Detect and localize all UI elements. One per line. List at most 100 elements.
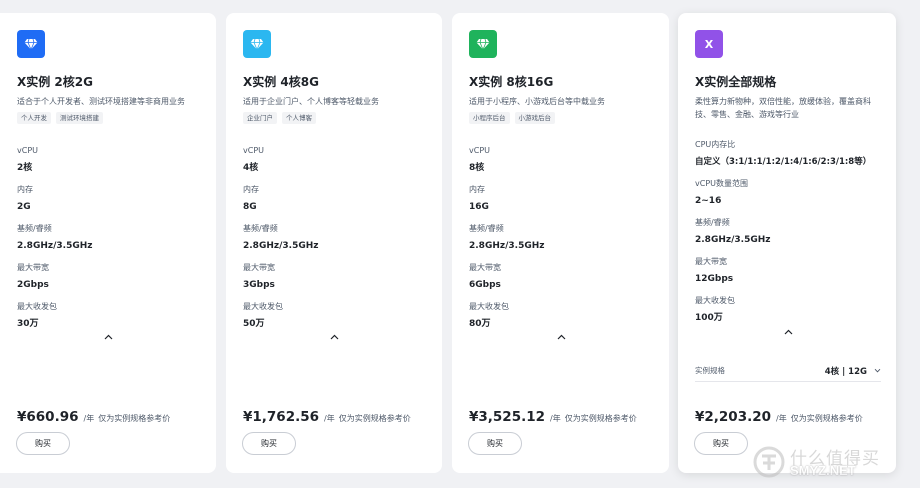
- spec-label: 最大带宽: [243, 263, 275, 272]
- spec-label: 基频/睿频: [469, 224, 504, 233]
- spec-item: vCPU 4核: [243, 145, 424, 184]
- collapse-toggle[interactable]: [782, 328, 794, 336]
- price-row: ¥3,525.12 /年 仅为实例规格参考价: [469, 409, 637, 427]
- price-unit: /年: [324, 414, 335, 423]
- price-unit: /年: [550, 414, 561, 423]
- product-badge: [17, 30, 45, 58]
- tag-list: 小程序后台 小游戏后台: [469, 112, 651, 125]
- spec-label: vCPU: [243, 146, 264, 155]
- card-title: X实例 4核8G: [243, 75, 319, 89]
- card-description: 适用于企业门户、个人博客等轻载业务: [243, 97, 379, 106]
- spec-value: 8核: [469, 163, 485, 173]
- tag-list: 企业门户 个人博客: [243, 112, 424, 125]
- spec-value: 2.8GHz/3.5GHz: [469, 241, 545, 251]
- tag: 测试环境搭建: [56, 112, 103, 124]
- spec-item: 最大带宽 2Gbps: [17, 262, 198, 301]
- price-note: 仅为实例规格参考价: [338, 414, 411, 423]
- tag-list: 个人开发 测试环境搭建: [17, 112, 198, 125]
- spec-value: 8G: [243, 202, 257, 212]
- chevron-down-icon: [874, 368, 881, 373]
- instance-card: X实例 4核8G 适用于企业门户、个人博客等轻载业务 企业门户 个人博客 vCP…: [226, 13, 442, 473]
- price: ¥1,762.56: [243, 409, 320, 425]
- tag: 个人开发: [17, 112, 51, 124]
- spec-value: 2.8GHz/3.5GHz: [695, 235, 771, 245]
- spec-value: 2G: [17, 202, 31, 212]
- price-row: ¥1,762.56 /年 仅为实例规格参考价: [243, 409, 411, 427]
- buy-button[interactable]: 购买: [16, 432, 70, 455]
- spec-label: 最大收发包: [469, 302, 509, 311]
- tag: 个人博客: [282, 112, 316, 124]
- card-title: X实例全部规格: [695, 75, 777, 89]
- spec-label: CPU内存比: [695, 140, 736, 149]
- spec-item: 基频/睿频 2.8GHz/3.5GHz: [243, 223, 424, 262]
- spec-item: vCPU 8核: [469, 145, 651, 184]
- spec-value: 50万: [243, 319, 265, 329]
- spec-item: 最大带宽 6Gbps: [469, 262, 651, 301]
- product-badge: [469, 30, 497, 58]
- spec-value: 自定义（3:1/1:1/1:2/1:4/1:6/2:3/1:8等）: [695, 157, 872, 167]
- spec-value: 2Gbps: [17, 280, 49, 290]
- spec-item: 内存 8G: [243, 184, 424, 223]
- spec-item: vCPU数量范围 2~16: [695, 178, 878, 217]
- spec-value: 80万: [469, 319, 491, 329]
- tag: 小游戏后台: [514, 112, 555, 124]
- spec-label: 内存: [469, 185, 485, 194]
- diamond-icon: [476, 38, 490, 50]
- diamond-icon: [24, 38, 38, 50]
- collapse-toggle[interactable]: [102, 333, 114, 341]
- spec-list: CPU内存比 自定义（3:1/1:1/1:2/1:4/1:6/2:3/1:8等） …: [695, 139, 878, 334]
- spec-label: vCPU: [469, 146, 490, 155]
- spec-value: 4核: [243, 163, 259, 173]
- chevron-up-icon: [784, 329, 792, 335]
- diamond-icon: [250, 38, 264, 50]
- spec-label: 内存: [17, 185, 33, 194]
- spec-label: 基频/睿频: [17, 224, 52, 233]
- product-badge: [243, 30, 271, 58]
- spec-list: vCPU 8核 内存 16G 基频/睿频 2.8GHz/3.5GHz 最大带宽 6Gbp…: [469, 145, 651, 340]
- instance-card: X实例 8核16G 适用于小程序、小游戏后台等中载业务 小程序后台 小游戏后台 …: [452, 13, 669, 473]
- spec-value: 30万: [17, 319, 39, 329]
- card-title: X实例 2核2G: [17, 75, 93, 89]
- price: ¥2,203.20: [695, 409, 772, 425]
- card-description: 适合于个人开发者、测试环境搭建等非商用业务: [17, 97, 185, 106]
- buy-button[interactable]: 购买: [242, 432, 296, 455]
- spec-item: 内存 16G: [469, 184, 651, 223]
- instance-spec-select[interactable]: 实例规格 4核 | 12G: [695, 360, 881, 382]
- pricing-cards: X实例 2核2G 适合于个人开发者、测试环境搭建等非商用业务 个人开发 测试环境…: [0, 0, 920, 488]
- price: ¥660.96: [17, 409, 79, 425]
- buy-button[interactable]: 购买: [694, 432, 748, 455]
- chevron-up-icon: [330, 334, 338, 340]
- price-unit: /年: [83, 414, 95, 423]
- spec-item: CPU内存比自定义（3:1/1:1/1:2/1:4/1:6/2:3/1:8等）: [695, 139, 878, 178]
- spec-value: 2核: [17, 163, 33, 173]
- spec-value: 12Gbps: [695, 274, 734, 284]
- spec-list: vCPU 4核 内存 8G 基频/睿频 2.8GHz/3.5GHz 最大带宽 3Gbps…: [243, 145, 424, 340]
- spec-value: 6Gbps: [469, 280, 501, 290]
- instance-card: X X实例全部规格 柔性算力新物种，双倍性能，放缓体验，覆盖商科技、零售、金融、…: [678, 13, 896, 473]
- price: ¥3,525.12: [469, 409, 546, 425]
- spec-label: 最大收发包: [243, 302, 283, 311]
- spec-item: 最大带宽 3Gbps: [243, 262, 424, 301]
- spec-label: 最大带宽: [695, 257, 727, 266]
- price-row: ¥660.96 /年 仅为实例规格参考价: [17, 409, 170, 427]
- spec-item: 内存 2G: [17, 184, 198, 223]
- spec-item: 基频/睿频 2.8GHz/3.5GHz: [469, 223, 651, 262]
- spec-value: 2.8GHz/3.5GHz: [17, 241, 93, 251]
- spec-label: 最大带宽: [469, 263, 501, 272]
- price-note: 仅为实例规格参考价: [98, 414, 171, 423]
- spec-value: 100万: [695, 313, 723, 323]
- collapse-toggle[interactable]: [328, 333, 340, 341]
- spec-label: vCPU数量范围: [695, 179, 748, 188]
- card-description: 柔性算力新物种，双倍性能，放缓体验，覆盖商科技、零售、金融、游戏等行业: [695, 97, 871, 119]
- collapse-toggle[interactable]: [555, 333, 567, 341]
- select-value: 4核 | 12G: [824, 366, 867, 377]
- card-description: 适用于小程序、小游戏后台等中载业务: [469, 97, 605, 106]
- tag: 小程序后台: [469, 112, 510, 124]
- watermark-en: SMYZ.NET: [790, 463, 856, 478]
- spec-label: 最大带宽: [17, 263, 49, 272]
- select-value-group[interactable]: 4核 | 12G: [825, 365, 881, 377]
- spec-label: 内存: [243, 185, 259, 194]
- buy-button[interactable]: 购买: [468, 432, 522, 455]
- spec-list: vCPU 2核 内存 2G 基频/睿频 2.8GHz/3.5GHz 最大带宽 2Gbps…: [17, 145, 198, 340]
- select-label: 实例规格: [695, 366, 725, 375]
